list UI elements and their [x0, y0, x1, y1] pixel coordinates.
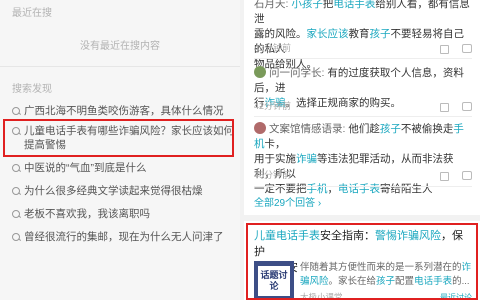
- article-summary: 伴随着其方便性而来的是一系列潜在的诈 骗风险。家长在给孩子配置电话手表的...: [300, 261, 476, 289]
- recent-search-empty: 没有最近在搜内容: [80, 41, 160, 52]
- search-icon: [12, 207, 24, 221]
- search-icon: [12, 161, 24, 175]
- article-source: 太极小课堂: [300, 292, 343, 300]
- suggestion-item[interactable]: 老板不喜欢我，我该离职吗: [12, 207, 238, 221]
- highlight-box: [3, 119, 234, 157]
- comment-line: 问一问学长: 有的过度获取个人信息，资料后，进: [254, 66, 464, 94]
- all-answers-link[interactable]: 全部29个回答: [254, 194, 321, 209]
- search-icon: [12, 230, 24, 244]
- recent-search-header: 最近在搜: [12, 8, 52, 19]
- comment-line: 文案馆情感语录: 他们趁孩子不被偷换走手机卡，: [254, 122, 464, 150]
- comment-icon[interactable]: [461, 101, 472, 111]
- avatar[interactable]: [254, 122, 266, 134]
- search-icon: [12, 184, 24, 198]
- divider: [254, 58, 472, 59]
- recent-discussion-link[interactable]: 最近讨论: [440, 292, 472, 300]
- thumbnail-label: 话题讨论: [258, 265, 290, 296]
- comment-time: 42分钟前: [254, 101, 292, 111]
- divider: [254, 116, 472, 117]
- comment-time: 45分钟前: [254, 170, 292, 180]
- suggestion-item[interactable]: 广西北海不明鱼类咬伤游客，具体什么情况: [12, 104, 238, 118]
- comment-line: 石月天: 小孩子把电话手表给别人看，都有信息泄: [254, 0, 470, 25]
- comment-meta: 42分钟前: [254, 41, 472, 54]
- answer-panel: 石月天: 小孩子把电话手表给别人看，都有信息泄 露的风险。家长应该教育孩子不要轻…: [244, 0, 480, 300]
- divider: [0, 66, 240, 67]
- avatar[interactable]: [254, 66, 266, 78]
- like-icon[interactable]: [438, 170, 449, 181]
- suggestion-item[interactable]: 为什么很多经典文学读起来觉得很枯燥: [12, 184, 238, 198]
- suggestion-item[interactable]: 曾经很流行的集邮，现在为什么无人问津了: [12, 230, 238, 244]
- comment-time: 42分钟前: [254, 43, 292, 53]
- search-discover-header: 搜索发现: [12, 84, 52, 95]
- like-icon[interactable]: [438, 101, 449, 112]
- divider: [254, 186, 472, 187]
- comments-card: 石月天: 小孩子把电话手表给别人看，都有信息泄 露的风险。家长应该教育孩子不要轻…: [244, 0, 480, 215]
- article-thumbnail[interactable]: 话题讨论: [254, 261, 294, 300]
- search-icon: [12, 104, 24, 118]
- search-panel: 最近在搜 没有最近在搜内容 搜索发现 广西北海不明鱼类咬伤游客，具体什么情况 儿…: [0, 0, 240, 300]
- suggestion-item[interactable]: 中医说的“气血”到底是什么: [12, 161, 238, 175]
- comment-meta: 42分钟前: [254, 99, 472, 112]
- comment-meta: 45分钟前: [254, 168, 472, 181]
- summary-line: 伴随着其方便性而来的是一系列潜在的诈: [300, 262, 472, 273]
- like-icon[interactable]: [438, 43, 449, 54]
- comment-icon[interactable]: [461, 43, 472, 53]
- comment-text: 石月天: 小孩子把电话手表给别人看，都有信息泄 露的风险。家长应该教育孩子不要轻…: [254, 0, 472, 72]
- comment-icon[interactable]: [461, 170, 472, 180]
- summary-line: 骗风险。家长在给孩子配置电话手表的...: [300, 276, 470, 287]
